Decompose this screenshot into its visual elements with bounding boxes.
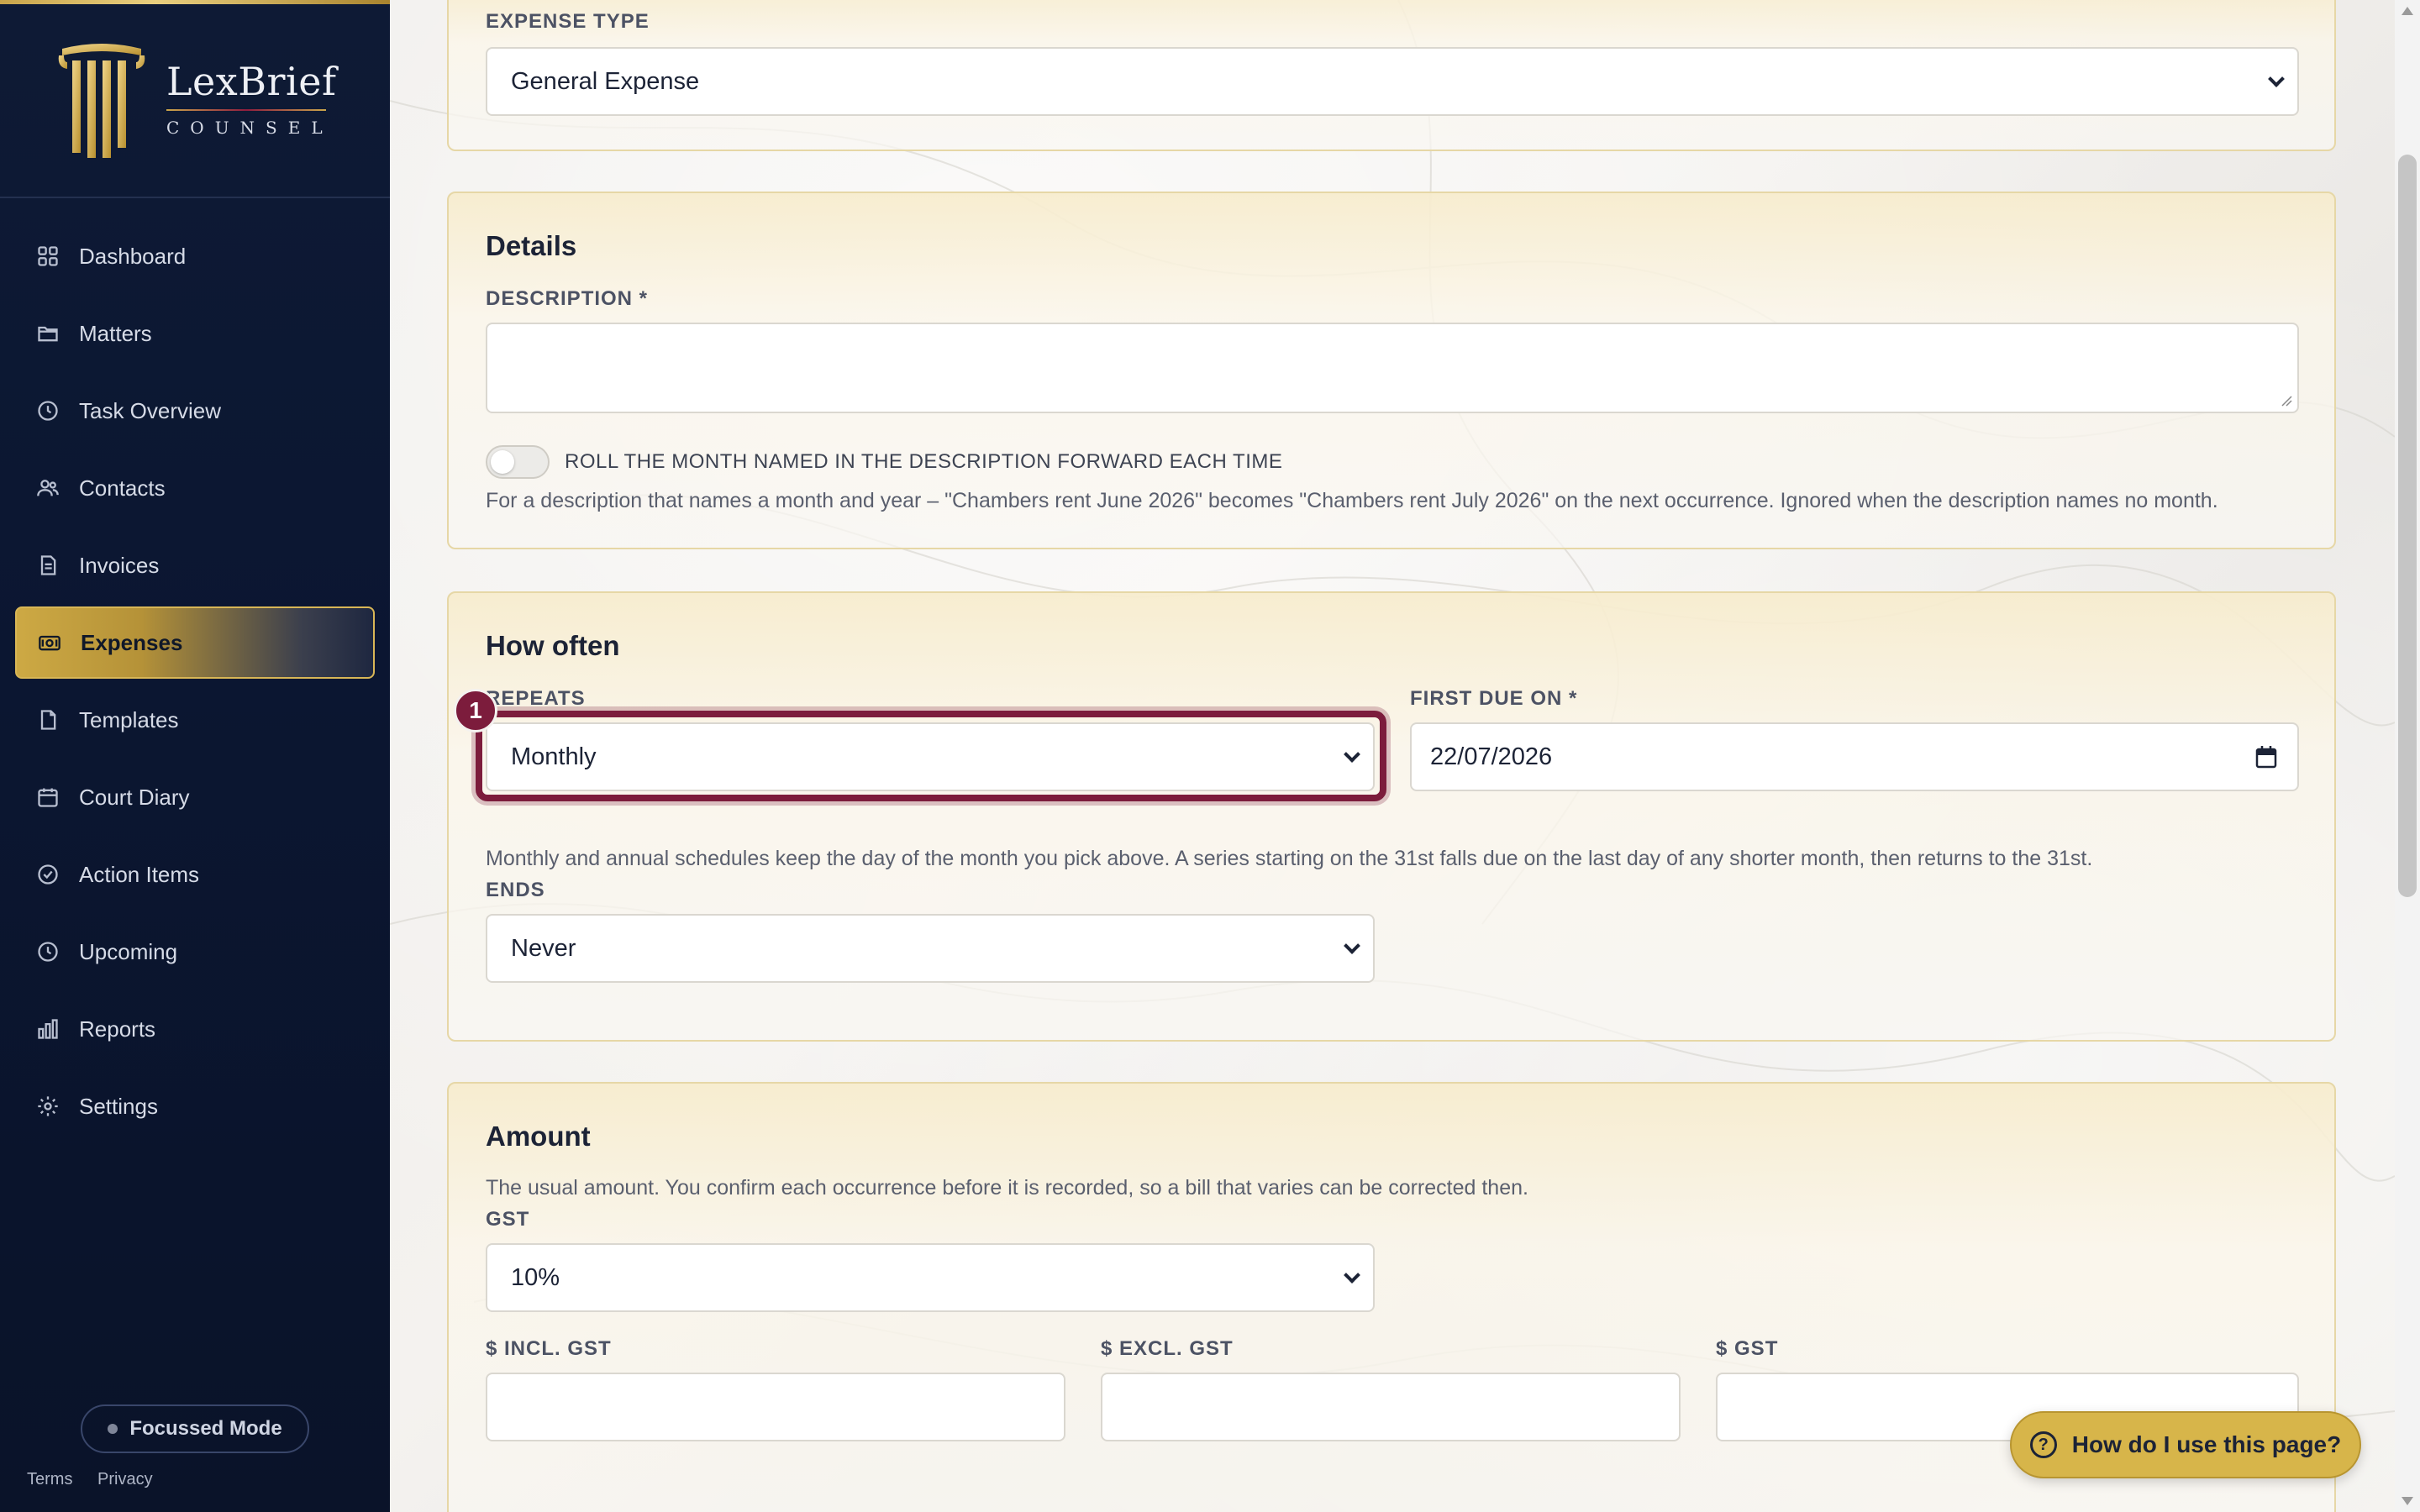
- calendar-icon: [35, 785, 60, 810]
- nav-label: Dashboard: [79, 243, 187, 269]
- grid-icon: [35, 244, 60, 269]
- ends-select[interactable]: Never: [486, 914, 1375, 983]
- bar-chart-icon: [35, 1016, 60, 1042]
- folder-icon: [35, 321, 60, 346]
- expense-type-label: EXPENSE TYPE: [486, 10, 650, 33]
- how-often-title: How often: [486, 630, 620, 661]
- gst-select[interactable]: 10%: [486, 1243, 1375, 1312]
- footer-links: Terms Privacy: [27, 1470, 173, 1489]
- nav-item-upcoming[interactable]: Upcoming: [15, 916, 375, 988]
- description-textarea[interactable]: [486, 323, 2299, 413]
- roll-month-toggle[interactable]: [486, 445, 550, 479]
- annotation-highlight: [476, 711, 1386, 801]
- incl-gst-label: $ INCL. GST: [486, 1337, 612, 1360]
- brand-divider: [166, 109, 326, 111]
- scroll-thumb[interactable]: [2398, 155, 2417, 897]
- nav-label: Templates: [79, 706, 179, 732]
- expense-type-select[interactable]: General Expense: [486, 47, 2299, 116]
- terms-link[interactable]: Terms: [27, 1470, 72, 1488]
- privacy-link[interactable]: Privacy: [97, 1470, 153, 1488]
- nav-item-settings[interactable]: Settings: [15, 1070, 375, 1142]
- main-nav: Dashboard Matters Task Overview Contacts…: [0, 220, 390, 1147]
- money-icon: [37, 630, 62, 655]
- annotation-badge: 1: [454, 689, 497, 732]
- brand-subtitle: COUNSEL: [166, 118, 334, 138]
- sidebar: LexBrief COUNSEL Dashboard Matters Task …: [0, 0, 390, 1512]
- first-due-value: 22/07/2026: [1430, 743, 1553, 770]
- file-icon: [35, 707, 60, 732]
- document-icon: [35, 553, 60, 578]
- roll-month-label: ROLL THE MONTH NAMED IN THE DESCRIPTION …: [565, 450, 1283, 473]
- chevron-down-icon: [2268, 71, 2285, 87]
- excl-gst-input[interactable]: [1101, 1373, 1681, 1441]
- nav-item-matters[interactable]: Matters: [15, 297, 375, 370]
- nav-label: Expenses: [81, 629, 183, 655]
- gear-icon: [35, 1094, 60, 1119]
- gst-amount-label: $ GST: [1716, 1337, 1779, 1360]
- clock-icon: [35, 939, 60, 964]
- clock-icon: [35, 398, 60, 423]
- nav-label: Settings: [79, 1093, 158, 1119]
- nav-item-dashboard[interactable]: Dashboard: [15, 220, 375, 292]
- users-icon: [35, 475, 60, 501]
- nav-item-contacts[interactable]: Contacts: [15, 452, 375, 524]
- page-help-button[interactable]: ? How do I use this page?: [2010, 1411, 2361, 1478]
- nav-label: Matters: [79, 320, 152, 346]
- roll-month-help: For a description that names a month and…: [486, 489, 2218, 512]
- resize-handle-icon[interactable]: [2281, 395, 2292, 407]
- description-label: DESCRIPTION *: [486, 287, 649, 310]
- expense-type-value: General Expense: [511, 67, 700, 95]
- ends-label: ENDS: [486, 879, 545, 901]
- first-due-date-input[interactable]: 22/07/2026: [1410, 722, 2299, 791]
- incl-gst-input[interactable]: [486, 1373, 1065, 1441]
- amount-help: The usual amount. You confirm each occur…: [486, 1176, 1528, 1200]
- amount-title: Amount: [486, 1121, 591, 1152]
- ends-value: Never: [511, 934, 576, 962]
- page-scrollbar[interactable]: [2395, 0, 2420, 1512]
- nav-item-court-diary[interactable]: Court Diary: [15, 761, 375, 833]
- how-often-card: How often REPEATS Monthly FIRST DUE ON *…: [447, 591, 2336, 1042]
- details-card: Details DESCRIPTION * ROLL THE MONTH NAM…: [447, 192, 2336, 549]
- chevron-down-icon: [1344, 1267, 1360, 1284]
- nav-label: Action Items: [79, 861, 200, 887]
- repeats-label: REPEATS: [486, 687, 586, 710]
- nav-label: Task Overview: [79, 397, 222, 423]
- nav-label: Invoices: [79, 552, 160, 578]
- brand-name: LexBrief: [166, 59, 337, 104]
- nav-item-action-items[interactable]: Action Items: [15, 838, 375, 911]
- check-circle-icon: [35, 862, 60, 887]
- scroll-up-arrow-icon[interactable]: [2402, 7, 2413, 15]
- question-icon: ?: [2029, 1431, 2057, 1458]
- nav-item-reports[interactable]: Reports: [15, 993, 375, 1065]
- gst-value: 10%: [511, 1263, 560, 1291]
- focussed-mode-label: Focussed Mode: [129, 1417, 282, 1440]
- details-title: Details: [486, 230, 577, 261]
- nav-label: Upcoming: [79, 938, 178, 964]
- nav-label: Contacts: [79, 475, 166, 501]
- expense-type-card: EXPENSE TYPE General Expense: [447, 0, 2336, 151]
- nav-item-expenses[interactable]: Expenses: [15, 606, 375, 679]
- pillar-logo-icon: [58, 44, 145, 158]
- schedule-help: Monthly and annual schedules keep the da…: [486, 847, 2093, 870]
- focussed-mode-button[interactable]: Focussed Mode: [81, 1404, 309, 1453]
- nav-item-task-overview[interactable]: Task Overview: [15, 375, 375, 447]
- calendar-picker-icon[interactable]: [2255, 745, 2277, 769]
- status-dot-icon: [108, 1424, 118, 1434]
- scroll-down-arrow-icon[interactable]: [2402, 1497, 2413, 1505]
- nav-label: Reports: [79, 1016, 156, 1042]
- nav-label: Court Diary: [79, 784, 190, 810]
- page-help-label: How do I use this page?: [2071, 1431, 2342, 1457]
- gst-label: GST: [486, 1208, 530, 1231]
- nav-item-invoices[interactable]: Invoices: [15, 529, 375, 601]
- brand-logo[interactable]: LexBrief COUNSEL: [0, 0, 390, 198]
- chevron-down-icon: [1344, 937, 1360, 954]
- excl-gst-label: $ EXCL. GST: [1101, 1337, 1234, 1360]
- nav-item-templates[interactable]: Templates: [15, 684, 375, 756]
- first-due-label: FIRST DUE ON *: [1410, 687, 1578, 710]
